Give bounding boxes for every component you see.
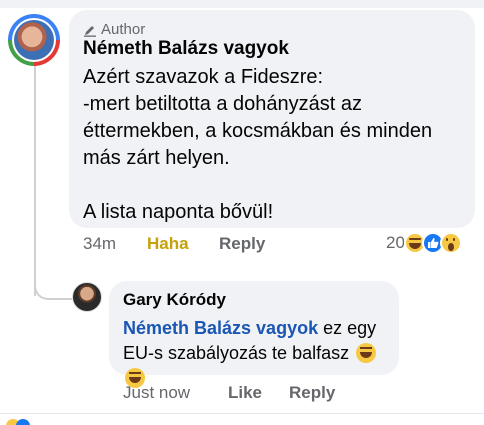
main-comment-timestamp[interactable]: 34m [83,234,147,254]
reply-comment-text: Németh Balázs vagyok ez egy EU-s szabály… [123,316,395,391]
reaction-dot-icon [16,419,30,425]
reply-button[interactable]: Reply [289,383,335,403]
main-comment-avatar[interactable] [8,14,60,66]
mention-link[interactable]: Németh Balázs vagyok [123,318,318,338]
main-comment-actions: 34m Haha Reply [83,234,265,254]
avatar-ring [12,18,56,62]
thumbs-up-icon [427,238,439,248]
haha-reaction-button[interactable]: Haha [147,234,219,254]
main-comment-text: Azért szavazok a Fideszre: -mert betilto… [83,66,433,223]
reply-comment-actions: Just now Like Reply [123,383,335,403]
reaction-summary[interactable]: 20 [386,232,462,254]
author-badge-label: Author [101,21,146,38]
pen-icon [84,25,96,37]
wow-emoji-icon [439,232,462,254]
reply-comment-avatar[interactable] [72,282,102,312]
thread-line [34,64,36,296]
author-badge: Author [83,21,145,38]
top-divider [0,0,484,8]
next-post-reactions-icon [6,419,30,425]
comment-thread: Author Németh Balázs vagyok Azért szavaz… [0,0,484,425]
bottom-divider [0,413,484,414]
reply-button[interactable]: Reply [219,234,265,254]
reaction-count: 20 [386,233,405,252]
avatar-photo [14,20,54,60]
like-button[interactable]: Like [228,383,289,403]
reply-comment-author-name[interactable]: Gary Kóródy [123,290,226,310]
thread-connector [34,280,72,300]
laughing-emoji-icon [356,343,377,363]
reply-comment-timestamp[interactable]: Just now [123,383,228,403]
main-comment-author-name[interactable]: Németh Balázs vagyok [83,38,289,60]
